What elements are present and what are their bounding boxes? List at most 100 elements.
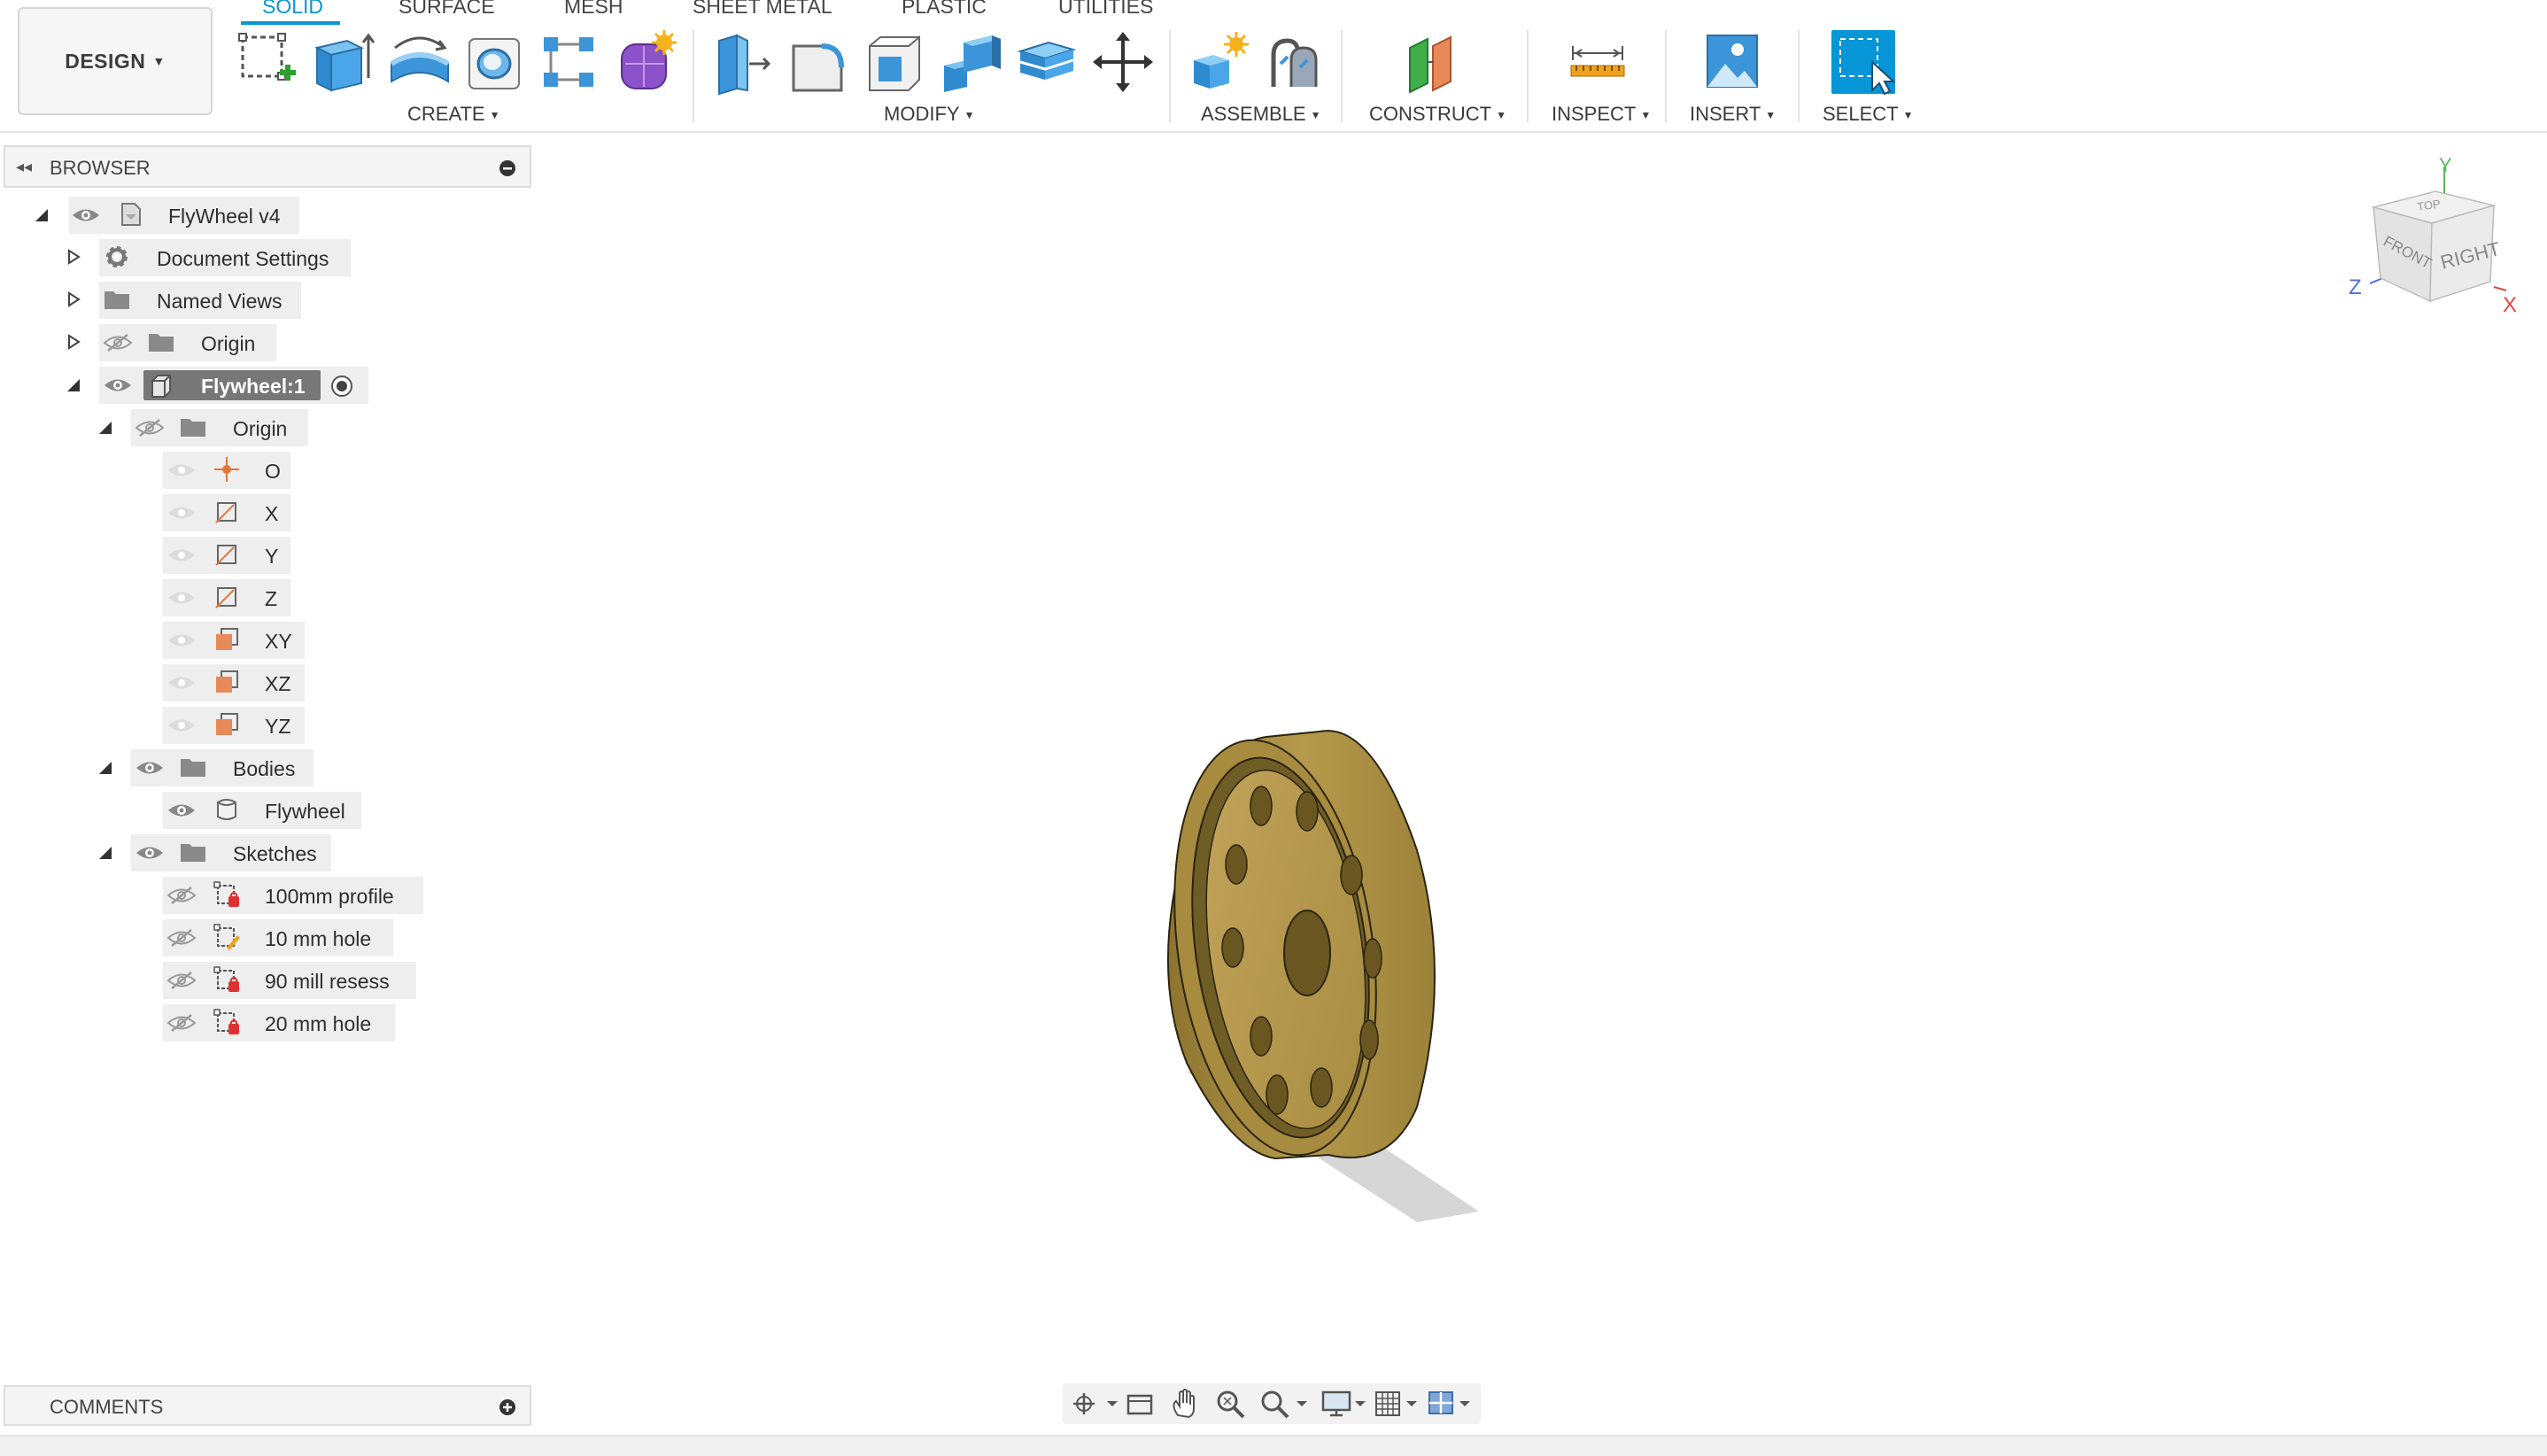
workspace-switcher-button[interactable]: DESIGN ▼ — [18, 7, 213, 115]
eye-hidden-icon[interactable] — [166, 886, 197, 905]
expand-triangle-icon[interactable] — [66, 249, 81, 265]
hole-icon[interactable] — [461, 28, 528, 96]
browser-item-label: Origin — [201, 332, 256, 355]
press-pull-icon[interactable] — [710, 28, 778, 96]
select-menu[interactable]: SELECT ▼ — [1823, 103, 1913, 126]
move-icon[interactable] — [1089, 28, 1157, 96]
eye-hidden-icon[interactable] — [166, 971, 197, 990]
new-component-icon[interactable] — [1187, 28, 1254, 96]
active-tab-indicator — [241, 21, 340, 25]
select-icon[interactable] — [1830, 28, 1897, 96]
eye-icon[interactable] — [135, 843, 165, 863]
browser-item-label: Sketches — [233, 842, 317, 865]
insert-image-icon[interactable] — [1699, 28, 1766, 96]
assemble-menu[interactable]: ASSEMBLE ▼ — [1201, 103, 1321, 126]
flywheel-model[interactable] — [1151, 709, 1523, 1258]
browser-item-label: Z — [265, 587, 278, 610]
collapse-triangle-icon[interactable] — [66, 377, 81, 393]
chevron-down-icon: ▼ — [152, 54, 166, 68]
plane-icon — [213, 668, 241, 696]
zoom-icon[interactable] — [1215, 1389, 1247, 1419]
eye-icon[interactable] — [166, 631, 197, 650]
expand-triangle-icon[interactable] — [66, 334, 81, 350]
browser-item-label: 20 mm hole — [265, 1012, 372, 1035]
eye-icon[interactable] — [166, 673, 197, 693]
gear-icon — [106, 246, 128, 267]
eye-icon[interactable] — [71, 205, 101, 225]
view-cube[interactable]: Y Z X TOP FRONT RIGHT — [2338, 156, 2524, 333]
tab-mesh[interactable]: MESH — [564, 0, 623, 19]
origin-point-icon — [214, 457, 239, 482]
eye-icon[interactable] — [166, 801, 197, 820]
extrude-icon[interactable] — [308, 28, 375, 96]
eye-icon[interactable] — [103, 376, 133, 395]
toolbar-divider — [1341, 30, 1343, 122]
look-at-icon[interactable] — [1125, 1390, 1155, 1417]
tab-solid[interactable]: SOLID — [262, 0, 323, 19]
tab-plastic[interactable]: PLASTIC — [902, 0, 987, 19]
editable-sketch-icon — [213, 923, 241, 951]
toolbar-divider — [693, 30, 694, 122]
modify-menu[interactable]: MODIFY ▼ — [884, 103, 974, 126]
grid-settings-icon[interactable] — [1373, 1389, 1422, 1419]
browser-item-label: Origin — [233, 417, 288, 440]
offset-face-icon[interactable] — [1013, 28, 1080, 96]
body-icon — [217, 799, 236, 820]
insert-menu[interactable]: INSERT ▼ — [1690, 103, 1776, 126]
expand-triangle-icon[interactable] — [66, 291, 81, 307]
browser-item-label: XZ — [265, 672, 291, 695]
joint-icon[interactable] — [1261, 28, 1328, 96]
tab-sheet-metal[interactable]: SHEET METAL — [693, 0, 832, 19]
shell-icon[interactable] — [861, 28, 928, 96]
eye-icon[interactable] — [135, 758, 165, 778]
axis-icon — [213, 540, 241, 569]
center-hole — [1283, 910, 1331, 996]
create-menu[interactable]: CREATE ▼ — [407, 103, 500, 126]
eye-icon[interactable] — [166, 588, 197, 608]
browser-item-label: Bodies — [233, 757, 296, 780]
minimize-panel-icon[interactable] — [498, 159, 517, 178]
offset-plane-icon[interactable] — [1401, 28, 1468, 96]
comments-title: COMMENTS — [50, 1396, 164, 1418]
activate-component-radio[interactable] — [329, 374, 354, 399]
fit-zoom-icon[interactable] — [1259, 1389, 1309, 1419]
create-sketch-icon[interactable] — [232, 28, 299, 96]
eye-icon[interactable] — [166, 461, 197, 480]
combine-icon[interactable] — [937, 28, 1004, 96]
browser-item-label: Flywheel — [265, 800, 345, 823]
eye-icon[interactable] — [166, 546, 197, 565]
collapse-triangle-icon[interactable] — [97, 760, 113, 776]
browser-item-label: 90 mill resess — [265, 970, 390, 993]
eye-hidden-icon[interactable] — [135, 418, 165, 438]
tab-surface[interactable]: SURFACE — [399, 0, 495, 19]
eye-hidden-icon[interactable] — [166, 1013, 197, 1033]
inspect-menu[interactable]: INSPECT ▼ — [1552, 103, 1651, 126]
eye-hidden-icon[interactable] — [166, 928, 197, 948]
collapse-browser-icon[interactable]: ◂◂ — [16, 158, 32, 176]
orbit-icon[interactable] — [1068, 1390, 1119, 1417]
construct-menu[interactable]: CONSTRUCT ▼ — [1369, 103, 1506, 126]
viewports-icon[interactable] — [1426, 1389, 1475, 1419]
collapse-triangle-icon[interactable] — [97, 845, 113, 861]
revolve-icon[interactable] — [386, 28, 453, 96]
fillet-icon[interactable] — [786, 28, 854, 96]
collapse-triangle-icon[interactable] — [97, 420, 113, 436]
pan-hand-icon[interactable] — [1169, 1389, 1201, 1419]
eye-icon[interactable] — [166, 503, 197, 523]
toolbar-divider — [1527, 30, 1529, 122]
browser-item-label: O — [265, 460, 281, 483]
expand-panel-icon[interactable] — [498, 1398, 517, 1417]
eye-icon[interactable] — [166, 716, 197, 735]
collapse-triangle-icon[interactable] — [34, 207, 50, 223]
tab-utilities[interactable]: UTILITIES — [1058, 0, 1153, 19]
plane-icon — [213, 710, 241, 739]
display-settings-icon[interactable] — [1320, 1389, 1369, 1419]
measure-icon[interactable] — [1564, 28, 1631, 96]
x-axis-label: X — [2503, 293, 2517, 317]
browser-item-label: 100mm profile — [265, 885, 394, 908]
folder-icon — [147, 328, 175, 356]
pattern-icon[interactable] — [535, 28, 602, 96]
create-form-icon[interactable] — [613, 28, 680, 96]
eye-hidden-icon[interactable] — [103, 333, 133, 352]
y-axis-label: Y — [2439, 156, 2452, 176]
